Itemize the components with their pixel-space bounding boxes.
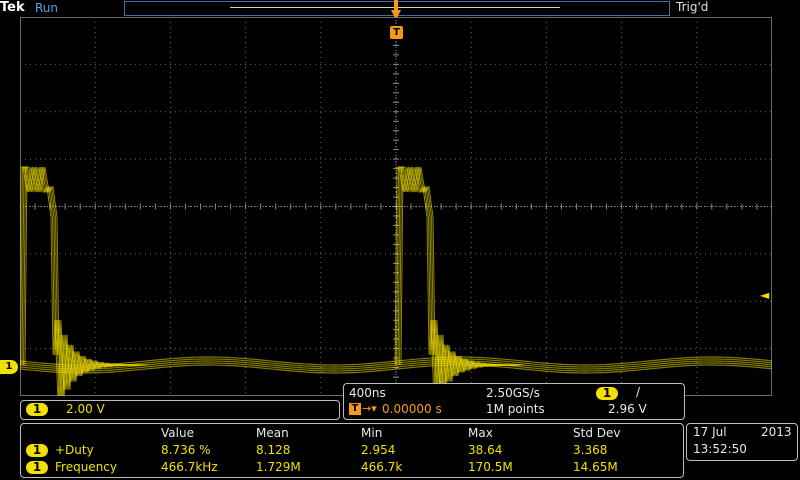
meas-row2-badge: 1 [26, 461, 48, 474]
waveform-pulse [24, 166, 149, 396]
trigger-level: 2.96 V [608, 402, 647, 416]
meas-row2-mean: 1.729M [256, 460, 301, 474]
date-label: 17 Jul [693, 425, 727, 439]
meas-row1-max: 38.64 [468, 443, 503, 457]
trigger-source-badge: 1 [596, 387, 618, 400]
record-length: 1M points [486, 402, 545, 416]
meas-row2-value: 466.7kHz [161, 460, 218, 474]
meas-header-value: Value [161, 426, 194, 440]
timebase-panel[interactable]: 400ns 2.50GS/s 1 / T →▾ 0.00000 s 1M poi… [343, 383, 685, 420]
meas-row2-max: 170.5M [468, 460, 513, 474]
trigger-status: Trig'd [676, 0, 709, 14]
brand-logo: Tek [0, 0, 25, 15]
trigger-level-arrow-icon[interactable]: ◄ [760, 288, 769, 302]
year-label: 2013 [761, 425, 792, 439]
meas-row1-mean: 8.128 [256, 443, 291, 457]
trigger-position-marker[interactable]: T [390, 26, 403, 39]
meas-row1-value: 8.736 % [161, 443, 211, 457]
graticule-svg [20, 17, 772, 396]
time-label: 13:52:50 [693, 442, 747, 456]
sample-rate: 2.50GS/s [486, 386, 540, 400]
meas-row1-stddev: 3.368 [573, 443, 608, 457]
waveform-graticule[interactable] [20, 17, 772, 396]
horizontal-delay: 0.00000 s [382, 402, 442, 416]
delay-arrow-icon: →▾ [362, 402, 377, 415]
channel1-badge: 1 [26, 403, 48, 416]
waveform-pulse [23, 166, 147, 396]
run-state-label[interactable]: Run [35, 1, 58, 15]
waveform-pulse [21, 166, 146, 396]
channel1-ground-marker[interactable]: 1 [0, 360, 18, 374]
measurement-panel[interactable]: Value Mean Min Max Std Dev 1 +Duty 8.736… [20, 423, 684, 478]
meas-header-max: Max [468, 426, 493, 440]
meas-row2-min: 466.7k [361, 460, 403, 474]
meas-row2-stddev: 14.65M [573, 460, 618, 474]
datetime-panel: 17 Jul 2013 13:52:50 [686, 423, 798, 461]
meas-row1-name: +Duty [55, 443, 94, 457]
meas-row2-name: Frequency [55, 460, 117, 474]
horizontal-scale: 400ns [349, 386, 386, 400]
meas-row1-badge: 1 [26, 444, 48, 457]
meas-row1-min: 2.954 [361, 443, 396, 457]
trigger-slope-icon: / [636, 385, 641, 399]
delay-trigger-icon: T [349, 403, 361, 415]
meas-header-min: Min [361, 426, 383, 440]
meas-header-stddev: Std Dev [573, 426, 621, 440]
channel-vertical-scale: 2.00 V [66, 402, 105, 416]
meas-header-mean: Mean [256, 426, 289, 440]
waveform-pulse [20, 166, 144, 396]
channel-scale-panel[interactable]: 1 2.00 V [20, 400, 340, 420]
